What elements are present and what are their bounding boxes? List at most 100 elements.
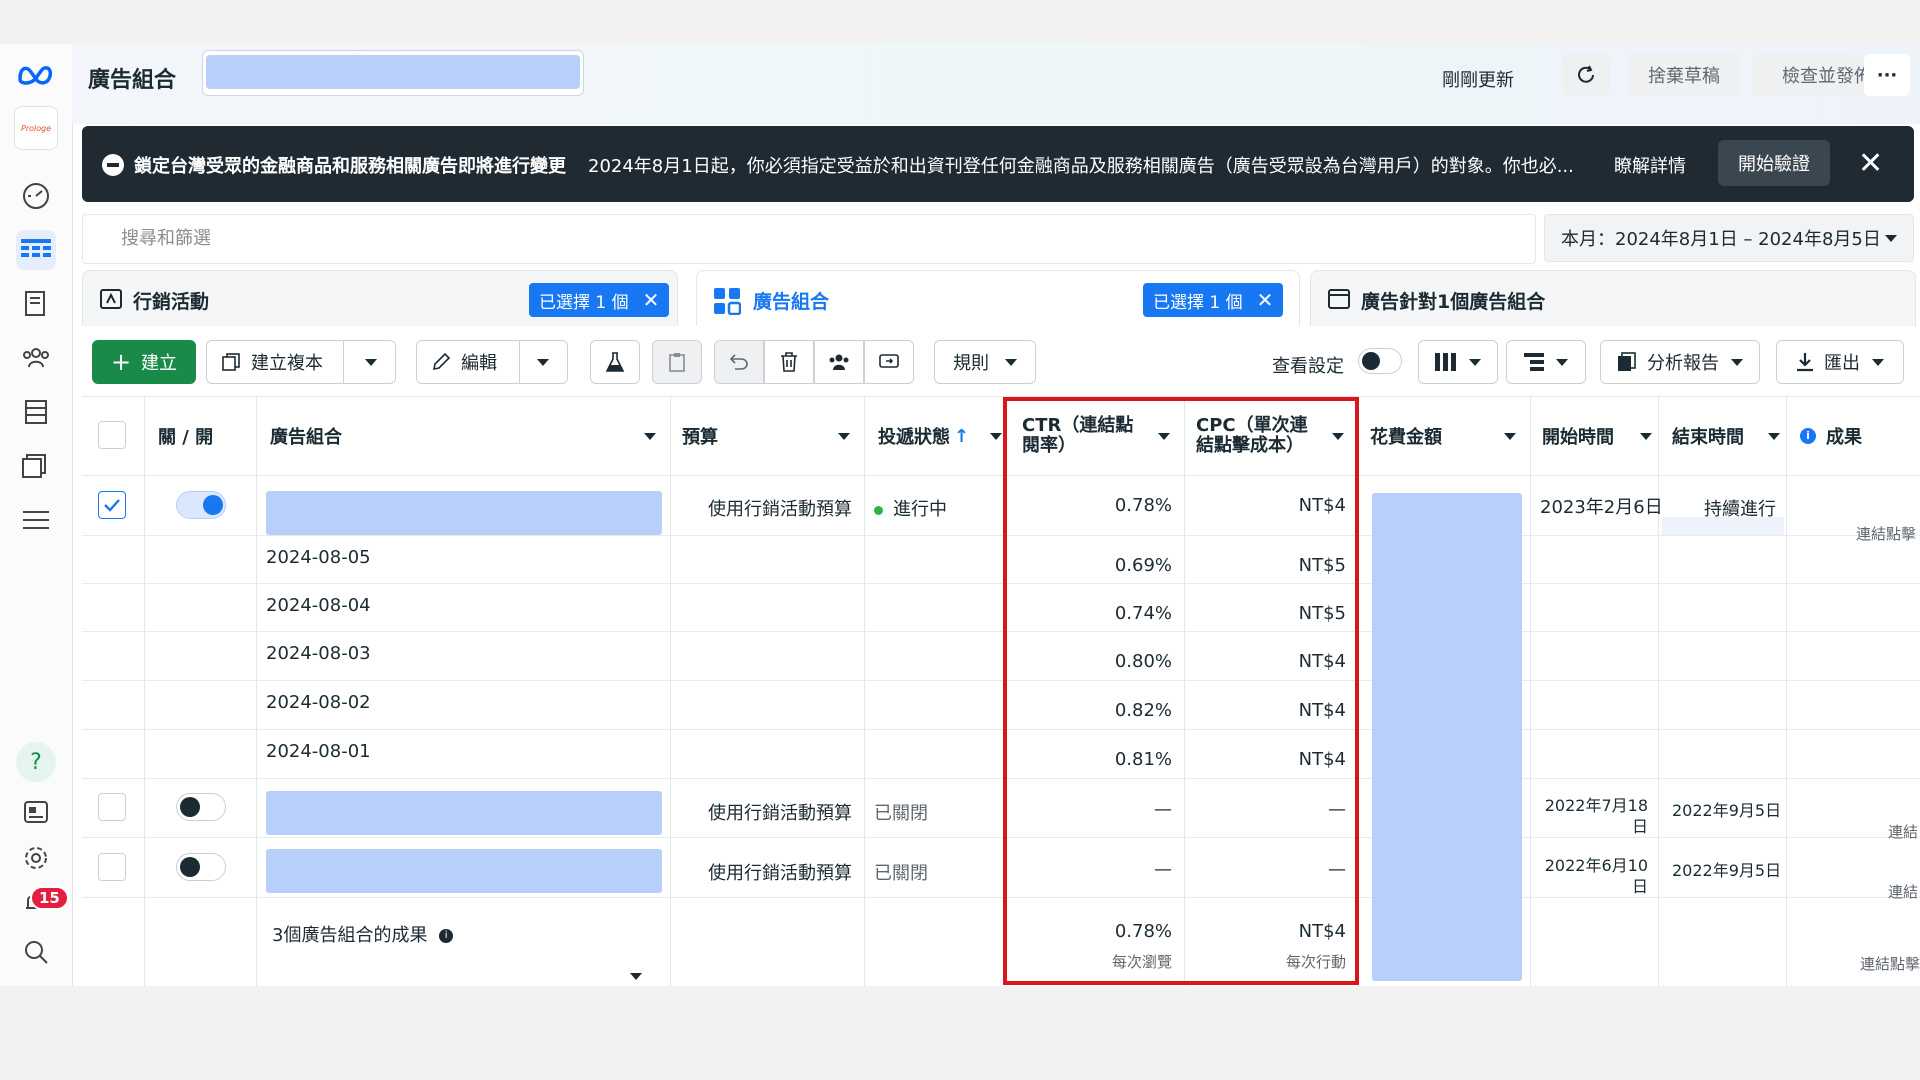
audiences-icon[interactable] bbox=[16, 338, 56, 378]
breakdown-button[interactable] bbox=[1506, 340, 1586, 384]
header-end-label: 結束時間 bbox=[1672, 427, 1744, 448]
header-onoff: 關 / 開 bbox=[158, 427, 214, 448]
daily-row-cpc: NT$4 bbox=[1298, 700, 1346, 721]
billing-icon[interactable] bbox=[16, 392, 56, 432]
adset-toggle-on[interactable] bbox=[176, 491, 226, 519]
daily-row-cpc: NT$5 bbox=[1298, 555, 1346, 576]
clear-selection-icon[interactable]: ✕ bbox=[1257, 288, 1274, 312]
tab-ads[interactable]: 廣告針對1個廣告組合 bbox=[1310, 270, 1916, 327]
summary-ctr: 0.78% bbox=[1114, 921, 1172, 942]
summary-dropdown-icon[interactable] bbox=[630, 973, 642, 980]
create-button[interactable]: + 建立 bbox=[92, 340, 196, 384]
adset-toggle-off[interactable] bbox=[176, 793, 226, 821]
ab-test-button[interactable] bbox=[590, 340, 640, 384]
search-icon[interactable] bbox=[16, 932, 56, 972]
chevron-down-icon bbox=[1469, 358, 1481, 366]
audience-button[interactable] bbox=[814, 340, 864, 384]
settings-gear-icon[interactable] bbox=[16, 838, 56, 878]
clipboard-button[interactable] bbox=[652, 340, 702, 384]
adset-toggle-off[interactable] bbox=[176, 853, 226, 881]
edit-button[interactable]: 編輯 bbox=[416, 340, 568, 384]
columns-button[interactable] bbox=[1418, 340, 1498, 384]
checkmark-icon bbox=[104, 499, 120, 512]
cell-start: 2022年7月18 日 bbox=[1530, 795, 1648, 837]
download-icon bbox=[1797, 353, 1813, 372]
cell-results: 連結 bbox=[1888, 823, 1919, 841]
end-date-highlight bbox=[1662, 517, 1784, 535]
start-line2: 日 bbox=[1631, 877, 1648, 896]
row-checkbox[interactable] bbox=[98, 853, 126, 881]
edit-dropdown-icon[interactable] bbox=[537, 359, 549, 366]
share-button[interactable] bbox=[864, 340, 914, 384]
header-adset[interactable]: 廣告組合 bbox=[270, 397, 668, 475]
reports-label: 分析報告 bbox=[1647, 353, 1719, 374]
cell-ctr: — bbox=[1154, 859, 1172, 880]
duplicate-label: 建立複本 bbox=[251, 353, 323, 374]
campaigns-selected-pill[interactable]: 已選擇 1 個 ✕ bbox=[529, 283, 670, 317]
status-label: 進行中 bbox=[893, 499, 947, 520]
duplicate-dropdown-icon[interactable] bbox=[365, 359, 377, 366]
summary-label: 3個廣告組合的成果 i bbox=[272, 921, 454, 947]
header-end[interactable]: 結束時間 bbox=[1672, 397, 1784, 475]
redacted-adset-name[interactable] bbox=[266, 791, 662, 835]
clear-selection-icon[interactable]: ✕ bbox=[643, 288, 660, 312]
news-feed-icon[interactable] bbox=[16, 792, 56, 832]
export-button[interactable]: 匯出 bbox=[1776, 340, 1904, 384]
start-line2: 日 bbox=[1631, 817, 1648, 836]
redacted-adset-name[interactable] bbox=[266, 491, 662, 535]
date-range-picker[interactable]: 本月：2024年8月1日 – 2024年8月5日 bbox=[1544, 214, 1914, 262]
redacted-adset-name[interactable] bbox=[266, 849, 662, 893]
header-delivery[interactable]: 投遞狀態 ↑ bbox=[878, 397, 1004, 475]
grid-icon bbox=[714, 288, 741, 315]
tab-adsets[interactable]: 廣告組合 已選擇 1 個 ✕ bbox=[696, 270, 1300, 327]
banner-close-icon[interactable]: ✕ bbox=[1858, 146, 1883, 181]
business-avatar-icon[interactable]: Prologe bbox=[14, 106, 58, 150]
cell-budget: 使用行銷活動預算 bbox=[708, 803, 852, 824]
learn-more-link[interactable]: 瞭解詳情 bbox=[1614, 152, 1686, 178]
adsets-selected-pill[interactable]: 已選擇 1 個 ✕ bbox=[1143, 283, 1284, 317]
search-input[interactable] bbox=[119, 227, 723, 250]
catalog-icon[interactable] bbox=[16, 446, 56, 486]
info-icon[interactable]: i bbox=[439, 929, 454, 943]
row-checkbox[interactable] bbox=[98, 793, 126, 821]
row-checkbox-checked[interactable] bbox=[98, 491, 126, 519]
adset-name-field[interactable] bbox=[202, 50, 584, 96]
duplicate-button[interactable]: 建立複本 bbox=[206, 340, 396, 384]
discard-draft-button[interactable]: 捨棄草稿 bbox=[1628, 54, 1740, 96]
dashboard-gauge-icon[interactable] bbox=[16, 176, 56, 216]
chevron-down-icon bbox=[1885, 235, 1897, 242]
notice-banner: 鎖定台灣受眾的金融商品和服務相關廣告即將進行變更 2024年8月1日起，你必須指… bbox=[82, 126, 1914, 202]
ads-manager-table-icon[interactable] bbox=[16, 230, 56, 270]
select-all-checkbox[interactable] bbox=[98, 421, 126, 449]
left-nav-rail: Prologe ? 15 bbox=[0, 44, 73, 986]
meta-logo-icon[interactable] bbox=[16, 54, 56, 94]
reports-button[interactable]: 分析報告 bbox=[1600, 340, 1760, 384]
plus-icon: + bbox=[110, 348, 132, 376]
tab-campaigns[interactable]: 行銷活動 已選擇 1 個 ✕ bbox=[82, 270, 678, 327]
edit-label: 編輯 bbox=[461, 353, 497, 374]
header-ctr[interactable]: CTR（連結點 閱率） bbox=[1022, 397, 1182, 475]
tab-ads-label: 廣告針對1個廣告組合 bbox=[1361, 291, 1546, 313]
more-options-button[interactable]: ··· bbox=[1864, 54, 1910, 96]
header-spend[interactable]: 花費金額 bbox=[1370, 397, 1528, 475]
header-results[interactable]: i 成果 bbox=[1800, 397, 1920, 475]
summary-cpc: NT$4 bbox=[1298, 921, 1346, 942]
daily-row-date: 2024-08-04 bbox=[266, 595, 371, 616]
header-budget[interactable]: 預算 bbox=[682, 397, 862, 475]
header-cpc[interactable]: CPC（單次連 結點擊成本） bbox=[1196, 397, 1356, 475]
export-label: 匯出 bbox=[1824, 353, 1860, 374]
report-icon bbox=[1618, 352, 1636, 371]
menu-icon[interactable] bbox=[16, 500, 56, 540]
help-icon[interactable]: ? bbox=[16, 742, 56, 782]
undo-button[interactable] bbox=[714, 340, 764, 384]
refresh-button[interactable] bbox=[1562, 54, 1610, 96]
cell-budget: 使用行銷活動預算 bbox=[708, 863, 852, 884]
header-start[interactable]: 開始時間 bbox=[1542, 397, 1656, 475]
minus-circle-icon bbox=[102, 154, 124, 176]
app-frame: Prologe ? 15 廣告組合 剛剛更新 捨棄草稿 檢查並發佈 ··· 鎖定… bbox=[0, 44, 1920, 986]
start-verification-button[interactable]: 開始驗證 bbox=[1718, 140, 1830, 186]
view-settings-toggle[interactable] bbox=[1358, 348, 1402, 374]
pages-icon[interactable] bbox=[16, 284, 56, 324]
delete-button[interactable] bbox=[764, 340, 814, 384]
rules-button[interactable]: 規則 bbox=[934, 340, 1036, 384]
